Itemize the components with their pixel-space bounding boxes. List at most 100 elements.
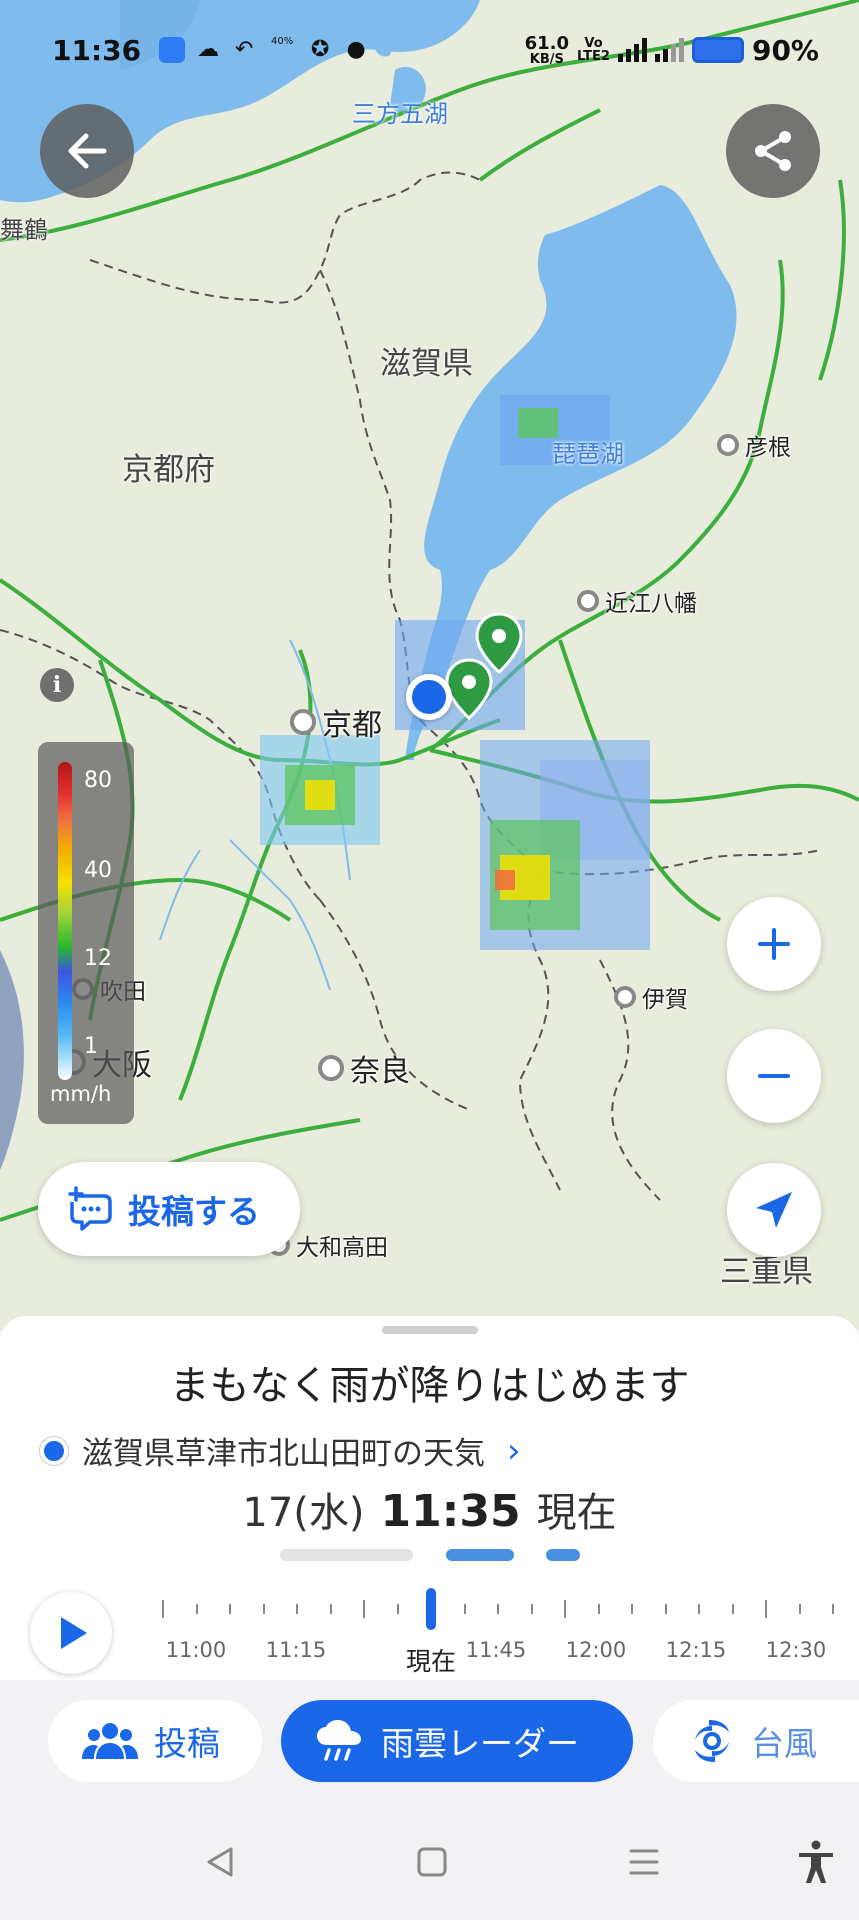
city-omihachiman: 近江八幡 [577, 584, 697, 618]
back-button[interactable] [40, 104, 134, 198]
time-label: 11:45 [465, 1638, 527, 1662]
tab-post[interactable]: 投稿 [48, 1700, 262, 1782]
label-maizuru: 舞鶴 [0, 216, 48, 244]
label-kyoto-pref: 京都府 [122, 452, 215, 488]
observation-datetime: 17(水) 11:35 現在 [0, 1480, 859, 1538]
rain-radar-map[interactable]: 三方五湖 舞鶴 滋賀県 京都府 琵琶湖 彦根 近江八幡 京都 吹田 大阪 奈良 … [0, 0, 859, 1330]
time-tick [162, 1600, 164, 1618]
info-icon[interactable]: i [40, 668, 74, 702]
app-notification-icon [159, 37, 186, 63]
map-pin-icon[interactable] [444, 658, 494, 720]
city-nara: 奈良 [318, 1046, 410, 1090]
system-indicators: 61.0 KB/S Vo LTE2 90% [525, 34, 819, 67]
time-label: 12:00 [565, 1638, 627, 1662]
accessibility-button[interactable] [786, 1832, 846, 1892]
my-location-button[interactable] [727, 1163, 821, 1257]
time-tick [765, 1600, 767, 1618]
accessibility-icon [799, 1840, 833, 1883]
city-marker-icon [614, 986, 636, 1008]
navigation-arrow-icon [756, 1192, 792, 1228]
battery-percent: 90% [751, 33, 819, 67]
typhoon-icon [695, 1720, 729, 1762]
time-label: 11:15 [265, 1638, 327, 1662]
plus-icon [758, 928, 790, 960]
city-marker-icon [717, 434, 739, 456]
network-speed: 61.0 KB/S [524, 32, 570, 67]
time-slider-handle[interactable] [426, 1588, 436, 1630]
play-button[interactable] [30, 1592, 112, 1674]
triangle-back-icon [207, 1847, 233, 1877]
past-range-pill [280, 1549, 413, 1561]
signal-2-icon [654, 38, 684, 62]
time-label: 12:30 [765, 1638, 827, 1662]
location-dot-icon [40, 1436, 68, 1465]
nav-back-button[interactable] [190, 1832, 250, 1892]
share-icon [755, 131, 791, 171]
system-navigation-bar [0, 1800, 859, 1920]
time-tick [597, 1604, 600, 1614]
city-kyoto: 京都 [290, 700, 382, 744]
rain-intensity-legend: 80 40 12 1 mm/h [38, 742, 134, 1124]
forecast-range-pill [446, 1549, 514, 1561]
legend-color-bar [58, 762, 72, 1080]
forecast-headline: まもなく雨が降りはじめます [169, 1363, 690, 1409]
post-report-button[interactable]: 投稿する [38, 1162, 300, 1256]
time-tick [296, 1604, 298, 1614]
time-tick [530, 1604, 533, 1614]
label-shiga: 滋賀県 [380, 346, 473, 382]
time-tick [396, 1604, 399, 1614]
time-tick [631, 1604, 633, 1614]
city-marker-icon [290, 709, 316, 735]
zoom-out-button[interactable] [727, 1029, 821, 1123]
time-tick [564, 1600, 566, 1618]
time-tick [229, 1604, 231, 1614]
time-tick [731, 1604, 734, 1614]
notification-icons: ☁ ↶ 40% ✪ ● [159, 37, 369, 63]
badge-icon: ✪ [310, 37, 330, 62]
sheet-drag-handle[interactable] [382, 1326, 478, 1334]
tab-typhoon-label: 台風 [751, 1724, 817, 1763]
time-label-now: 現在 [405, 1647, 457, 1676]
time-tick [497, 1604, 499, 1614]
nav-recents-button[interactable] [614, 1832, 674, 1892]
time-slider[interactable]: 11:00 11:15 現在 11:45 12:00 12:15 12:30 [158, 1582, 838, 1676]
square-home-icon [417, 1847, 447, 1877]
rain-cell [305, 780, 335, 810]
rain-cloud-icon [317, 1720, 361, 1761]
users-icon [82, 1723, 138, 1759]
arrow-left-icon [68, 133, 107, 169]
post-report-label: 投稿する [128, 1192, 260, 1231]
tab-rain-radar[interactable]: 雨雲レーダー [281, 1700, 633, 1782]
add-comment-icon [68, 1186, 112, 1231]
forecast-range-pill [546, 1549, 580, 1561]
city-hikone: 彦根 [717, 428, 791, 462]
location-weather-link[interactable]: 滋賀県草津市北山田町の天気 › [40, 1428, 521, 1473]
signal-icon [617, 38, 647, 62]
city-marker-icon [318, 1055, 344, 1081]
share-button[interactable] [726, 104, 820, 198]
weather-percent-icon: 40% [271, 36, 294, 47]
tab-rain-radar-label: 雨雲レーダー [381, 1724, 579, 1763]
play-icon [61, 1617, 87, 1649]
time-tick [195, 1604, 198, 1614]
time-tick [698, 1604, 700, 1614]
nav-home-button[interactable] [402, 1832, 462, 1892]
legend-tick: 12 [84, 946, 112, 971]
tab-typhoon[interactable]: 台風 [653, 1700, 859, 1782]
tab-post-label: 投稿 [154, 1724, 220, 1763]
legend-tick: 80 [84, 768, 112, 793]
battery-icon [691, 37, 744, 63]
chevron-right-icon: › [507, 1430, 521, 1471]
city-iga: 伊賀 [614, 980, 688, 1014]
dot-icon: ● [346, 37, 366, 62]
status-time: 11:36 [52, 33, 142, 67]
label-biwako: 琵琶湖 [552, 440, 624, 468]
location-name: 滋賀県草津市北山田町の天気 [82, 1436, 485, 1472]
legend-tick: 40 [84, 858, 112, 883]
current-location-dot [406, 674, 452, 720]
zoom-in-button[interactable] [727, 897, 821, 991]
time-tick [664, 1604, 667, 1614]
time-tick [832, 1604, 834, 1614]
observation-time: 11:35 [380, 1486, 521, 1537]
bottom-tab-bar: 投稿 雨雲レーダー 台風 [0, 1680, 859, 1800]
